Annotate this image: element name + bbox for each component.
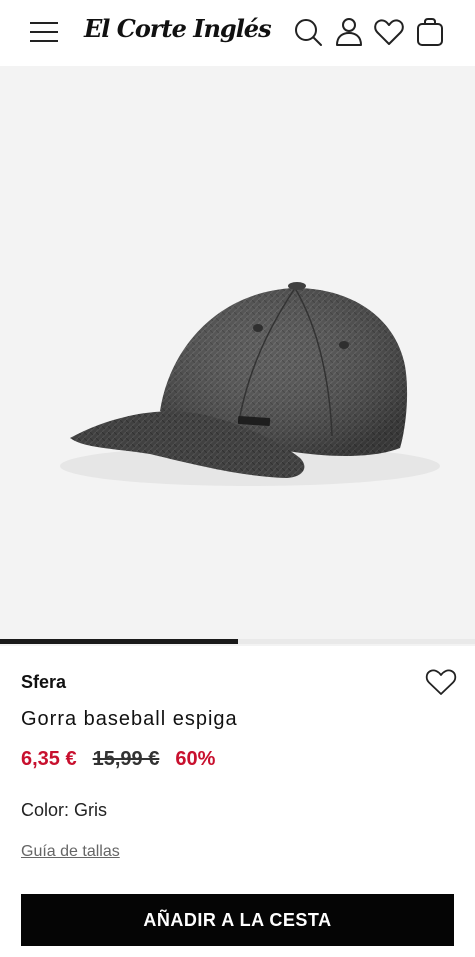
search-icon[interactable] [292, 16, 324, 48]
bag-icon[interactable] [414, 16, 446, 48]
user-icon[interactable] [333, 16, 365, 48]
original-price: 15,99 € [92, 748, 160, 770]
product-image [0, 66, 475, 646]
wishlist-heart-icon[interactable] [424, 666, 458, 698]
gallery-progress-fill [0, 639, 238, 644]
product-gallery[interactable] [0, 66, 475, 646]
add-to-cart-button[interactable]: AÑADIR A LA CESTA [21, 894, 454, 946]
app-header: El Corte Inglés [0, 0, 475, 66]
heart-icon[interactable] [373, 16, 405, 48]
color-label: Color: Gris [21, 800, 108, 820]
discount-badge: 60% [175, 748, 216, 770]
product-name: Gorra baseball espiga [21, 708, 238, 730]
price-block: 6,35 € 15,99 € 60% [21, 748, 215, 771]
size-guide-link[interactable]: Guía de tallas [21, 843, 120, 861]
store-logo[interactable]: El Corte Inglés [84, 14, 272, 43]
product-brand[interactable]: Sfera [21, 672, 66, 693]
menu-icon[interactable] [30, 20, 60, 44]
gallery-progress-bar[interactable] [0, 639, 475, 644]
sale-price: 6,35 € [21, 748, 77, 770]
